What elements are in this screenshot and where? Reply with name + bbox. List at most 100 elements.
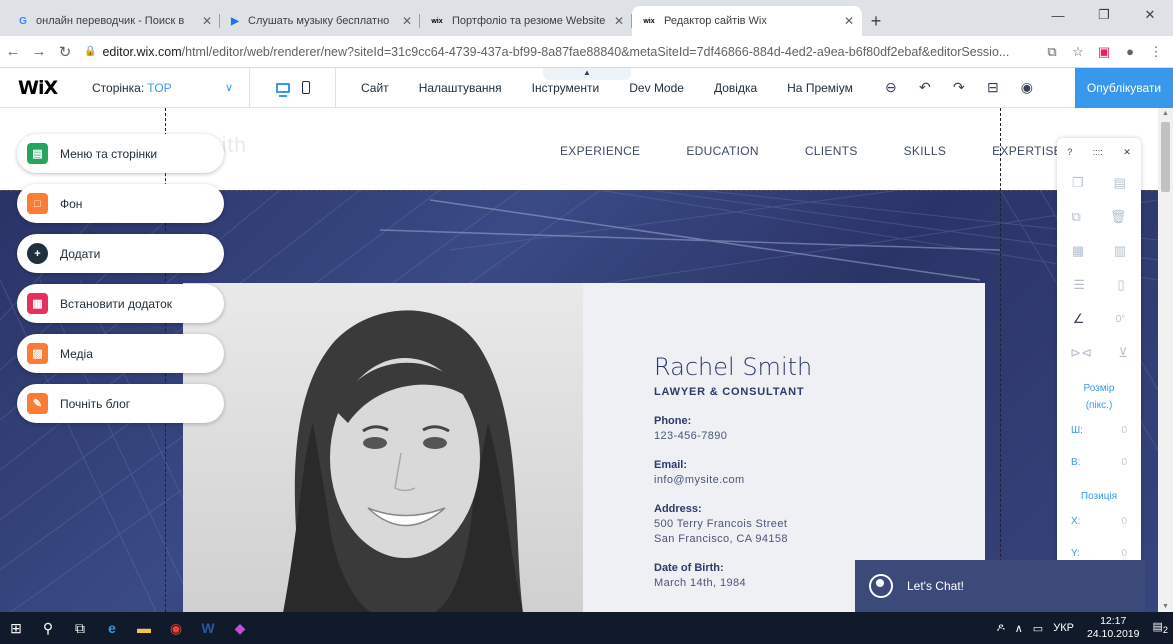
rotate-icon[interactable]: ∠ [1073,311,1085,327]
drag-handle-icon[interactable]: :::: [1093,147,1103,157]
align-icon[interactable]: ▥ [1114,243,1126,259]
browser-tab[interactable]: wix Портфоліо та резюме Website ✕ [420,6,632,36]
wix-top-bar: WiX Сторінка: TOP ∨ Сайт Налаштування Інст… [0,67,1173,108]
height-field[interactable]: 0 [1121,457,1127,468]
mobile-icon[interactable] [301,81,310,94]
arrange-icon[interactable]: ▦ [1072,243,1084,259]
rotation-value[interactable]: 0° [1116,314,1126,325]
preview-icon[interactable]: ◉ [1010,79,1044,96]
tab-close-icon[interactable]: ✕ [402,14,412,28]
contact-field[interactable]: Email: info@mysite.com [654,458,745,488]
search-icon[interactable]: ⚲ [32,612,64,644]
distribute-icon[interactable]: ☰ [1073,277,1085,293]
save-icon[interactable]: ⊟ [976,79,1010,96]
bookmark-star-icon[interactable]: ☆ [1065,44,1091,60]
wix-menu-item[interactable]: Dev Mode [614,81,699,95]
undo-icon[interactable]: ↶ [908,79,942,96]
profile-photo[interactable] [183,283,583,612]
collapse-topbar-icon[interactable]: ▲ [543,68,631,80]
site-nav-item[interactable]: EXPERIENCE [560,144,640,158]
editor-canvas[interactable]: Rachel Smith EXPERIENCE EDUCATION CLIENTS S… [0,108,1158,612]
people-icon[interactable]: ዶ [992,622,1010,635]
profile-icon[interactable]: ● [1117,44,1143,59]
site-nav-item[interactable]: CLIENTS [805,144,858,158]
contact-field[interactable]: Date of Birth: March 14th, 1984 [654,561,746,591]
left-panel-button[interactable]: ▨ Медіа [17,334,224,373]
canvas-scrollbar[interactable]: ▲ ▼ [1158,108,1173,612]
minimize-icon[interactable]: — [1035,0,1081,30]
y-label: Y: [1071,547,1080,559]
paste-icon[interactable]: ▤ [1114,175,1126,191]
left-panel-button[interactable]: ▦ Встановити додаток [17,284,224,323]
wix-menu-item[interactable]: Налаштування [404,81,517,95]
delete-icon[interactable]: 🗑 [1110,209,1127,225]
network-icon[interactable]: ▭ [1028,622,1048,635]
back-icon[interactable]: ← [0,43,26,60]
extension-icon[interactable]: ▣ [1091,44,1117,60]
left-panel-button[interactable]: □ Фон [17,184,224,223]
chat-button[interactable]: Let's Chat! [855,560,1145,612]
publish-button[interactable]: Опублікувати [1075,68,1173,108]
copy-icon[interactable]: ❐ [1072,175,1084,191]
width-field[interactable]: 0 [1121,425,1127,436]
new-tab-button[interactable]: + [862,6,890,36]
flip-horizontal-icon[interactable]: ⊳⊲ [1070,345,1092,361]
app-icon[interactable]: ◆ [224,612,256,644]
left-panel-label: Меню та сторінки [60,146,158,161]
left-panel-button[interactable]: ▤ Меню та сторінки [17,134,224,173]
browser-tab[interactable]: Gонлайн переводчик - Поиск в ✕ [8,6,220,36]
site-nav-item[interactable]: EDUCATION [686,144,758,158]
reload-icon[interactable]: ↻ [52,43,78,61]
file-explorer-icon[interactable]: ▬ [128,612,160,644]
left-panel-button[interactable]: ✎ Почніть блог [17,384,224,423]
person-name[interactable]: Rachel Smith [654,353,812,381]
app-market-icon: ▦ [27,293,48,314]
tab-close-icon[interactable]: ✕ [202,14,212,28]
scroll-down-icon[interactable]: ▼ [1158,603,1173,610]
tray-chevron-icon[interactable]: ∧ [1010,622,1028,635]
browser-tab[interactable]: wix Редактор сайтів Wix ✕ [632,6,862,36]
flip-vertical-icon[interactable]: ⊻ [1118,345,1128,361]
translate-icon[interactable]: ⧉ [1039,44,1065,60]
size-label: Розмір [1083,383,1115,394]
contact-field[interactable]: Phone: 123-456-7890 [654,414,727,444]
scrollbar-thumb[interactable] [1161,122,1170,192]
desktop-icon[interactable] [275,82,290,97]
browser-menu-icon[interactable]: ⋮ [1143,44,1169,60]
wix-menu-item[interactable]: Довідка [699,81,772,95]
windows-start-icon[interactable]: ⊞ [0,612,32,644]
zoom-out-icon[interactable]: ⊖ [874,79,908,96]
tab-close-icon[interactable]: ✕ [844,14,854,28]
contact-field[interactable]: Address: 500 Terry Francois Street San Fra… [654,502,788,547]
help-icon[interactable]: ? [1067,147,1072,157]
scroll-up-icon[interactable]: ▲ [1158,110,1173,117]
forward-icon[interactable]: → [26,43,52,60]
wix-menu-item[interactable]: Інструменти [517,81,615,95]
notifications-icon[interactable]: ▤2 [1148,620,1173,635]
person-title[interactable]: LAWYER & CONSULTANT [654,386,804,398]
page-selector[interactable]: Сторінка: TOP ∨ [70,67,250,108]
browser-tab[interactable]: ▶ Слушать музыку бесплатно ✕ [220,6,420,36]
tab-close-icon[interactable]: ✕ [614,14,624,28]
clock[interactable]: 12:17 24.10.2019 [1079,615,1148,641]
site-nav-item[interactable]: EXPERTISE [992,144,1062,158]
chrome-icon[interactable]: ◉ [160,612,192,644]
close-window-icon[interactable]: ✕ [1127,0,1173,30]
task-view-icon[interactable]: ⧉ [64,612,96,644]
wix-menu-item[interactable]: На Преміум [772,81,868,95]
wix-logo[interactable]: WiX [0,77,70,99]
redo-icon[interactable]: ↷ [942,79,976,96]
word-icon[interactable]: W [192,612,224,644]
match-size-icon[interactable]: ▯ [1118,277,1125,293]
duplicate-icon[interactable]: ⧉ [1072,209,1081,225]
y-field[interactable]: 0 [1121,548,1127,559]
language-indicator[interactable]: УКР [1048,622,1079,634]
left-panel-button[interactable]: + Додати [17,234,224,273]
x-field[interactable]: 0 [1121,516,1127,527]
close-toolbar-icon[interactable]: ✕ [1123,147,1131,158]
site-nav-item[interactable]: SKILLS [904,144,947,158]
wix-menu-item[interactable]: Сайт [346,81,404,95]
url-field[interactable]: 🔒 editor.wix.com /html/editor/web/render… [78,39,1039,65]
restore-icon[interactable]: ❐ [1081,0,1127,30]
edge-icon[interactable]: e [96,612,128,644]
